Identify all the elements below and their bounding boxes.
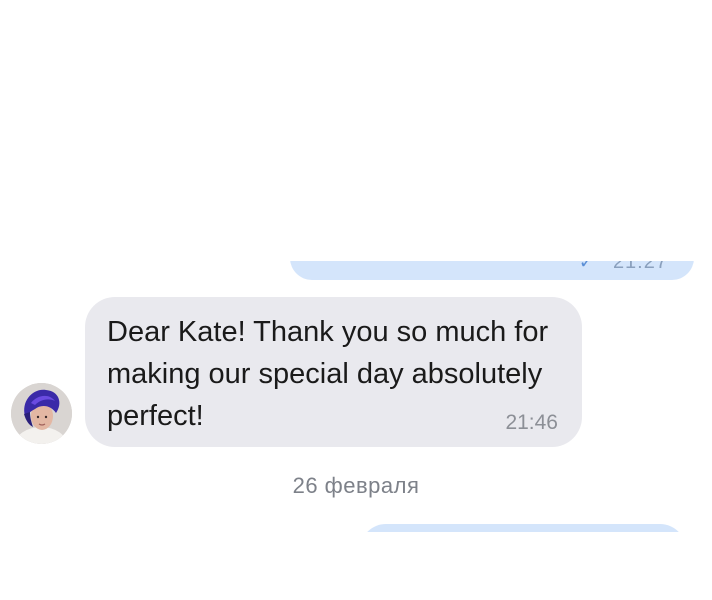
- avatar-icon: [11, 383, 72, 444]
- chat-history: ✓ 21:27 Dear Kate! Thank you so much for…: [0, 0, 712, 600]
- avatar[interactable]: [11, 383, 72, 444]
- message-text: Dear Kate! Thank you so much for making …: [107, 316, 549, 432]
- date-separator: 26 февраля: [292, 473, 420, 498]
- scroll-clip-bottom: [0, 532, 712, 600]
- message-time: 21:46: [505, 411, 558, 434]
- incoming-message-bubble[interactable]: Dear Kate! Thank you so much for making …: [85, 297, 582, 447]
- scroll-clip-top: [0, 0, 712, 261]
